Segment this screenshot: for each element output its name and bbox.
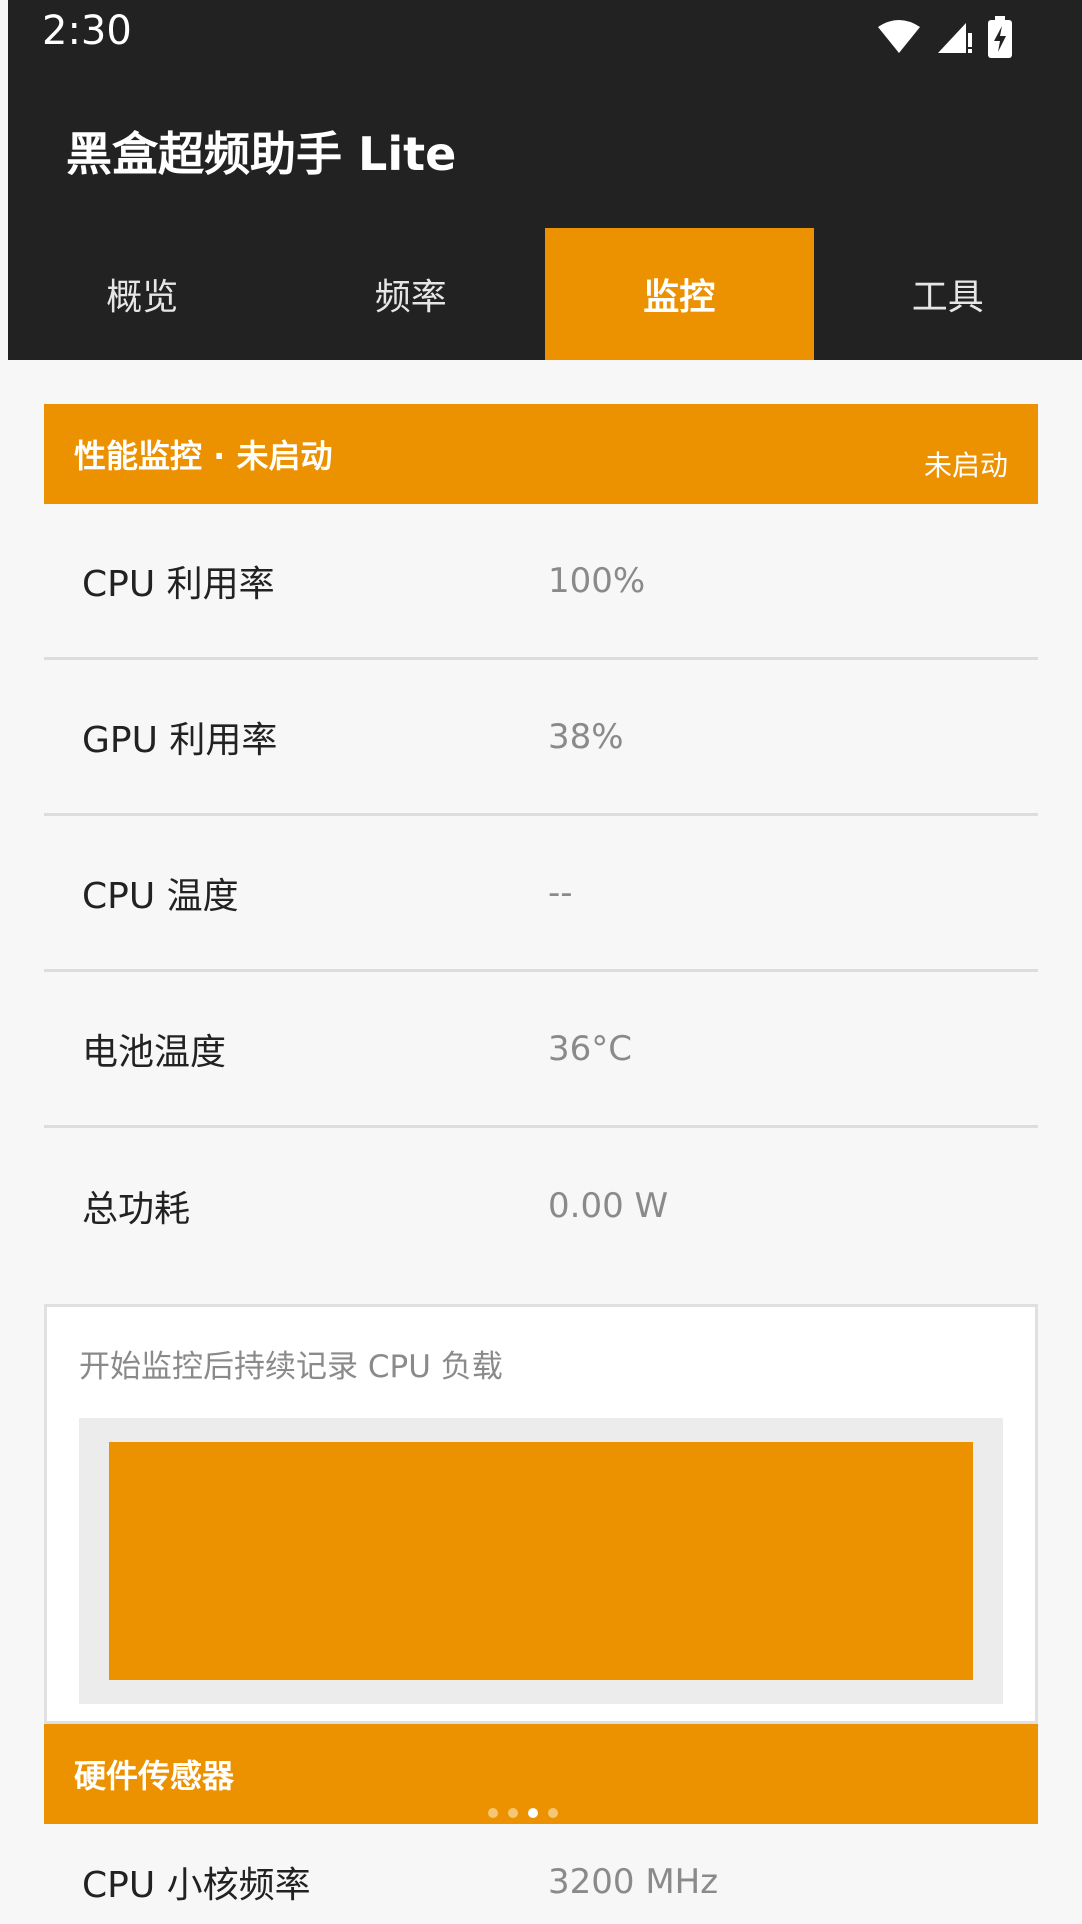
sensor-rows: CPU 小核频率 3200 MHz bbox=[44, 1822, 1038, 1924]
monitor-content: 性能监控 · 未启动 未启动 CPU 利用率 100% GPU 利用率 38% … bbox=[44, 404, 1038, 1824]
sensor-row-cpu-little-core-frequency: CPU 小核频率 3200 MHz bbox=[44, 1822, 1038, 1924]
section-title: 硬件传感器 bbox=[74, 1757, 235, 1795]
metric-value: 36°C bbox=[548, 1028, 633, 1069]
metric-label: 总功耗 bbox=[82, 1189, 191, 1230]
metric-row-battery-temp: 电池温度 36°C bbox=[44, 972, 1038, 1128]
monitor-status: 未启动 bbox=[923, 449, 1008, 482]
cellular-signal-icon bbox=[936, 19, 974, 59]
sensor-value: 3200 MHz bbox=[548, 1862, 719, 1902]
tab-tools[interactable]: 工具 bbox=[814, 228, 1082, 360]
metric-label: 电池温度 bbox=[82, 1031, 227, 1073]
metric-label: CPU 利用率 bbox=[82, 563, 275, 605]
cpu-load-chart bbox=[109, 1442, 973, 1680]
section-title: 性能监控 · 未启动 bbox=[74, 437, 333, 475]
page-dot bbox=[528, 1808, 538, 1818]
metric-row-cpu-temp: CPU 温度 -- bbox=[44, 816, 1038, 972]
metric-value: 100% bbox=[548, 560, 646, 601]
tab-monitor[interactable]: 监控 bbox=[545, 228, 814, 360]
status-time: 2:30 bbox=[42, 8, 132, 54]
page-dot bbox=[488, 1808, 498, 1818]
performance-monitor-header[interactable]: 性能监控 · 未启动 未启动 bbox=[44, 404, 1038, 504]
chart-caption: 开始监控后持续记录 CPU 负载 bbox=[79, 1349, 503, 1385]
monitor-screen: 2:30 黑盒超频助手 Lite 概览 频率 监控 工具 性能监控 · 未启动 … bbox=[0, 0, 1082, 1924]
wifi-icon bbox=[876, 19, 922, 59]
cpu-load-chart-svg bbox=[109, 1442, 973, 1680]
tab-frequency[interactable]: 频率 bbox=[277, 228, 546, 360]
app-title: 黑盒超频助手 Lite bbox=[66, 127, 457, 181]
sensor-label: CPU 小核频率 bbox=[82, 1865, 311, 1906]
page-indicator bbox=[488, 1808, 558, 1818]
status-icons bbox=[876, 16, 1012, 62]
metric-value: -- bbox=[548, 872, 573, 913]
tab-overview[interactable]: 概览 bbox=[8, 228, 277, 360]
cpu-load-chart-card: 开始监控后持续记录 CPU 负载 bbox=[44, 1304, 1038, 1724]
chart-plot-area bbox=[109, 1442, 973, 1680]
chart-frame bbox=[79, 1418, 1003, 1704]
metric-label: CPU 温度 bbox=[82, 875, 239, 917]
page-dot bbox=[508, 1808, 518, 1818]
battery-charging-icon bbox=[988, 16, 1012, 62]
metric-value: 0.00 W bbox=[548, 1186, 669, 1226]
metric-row-total-power: 总功耗 0.00 W bbox=[44, 1128, 1038, 1284]
metric-row-cpu-usage: CPU 利用率 100% bbox=[44, 504, 1038, 660]
monitor-rows: CPU 利用率 100% GPU 利用率 38% CPU 温度 -- 电池温度 … bbox=[44, 504, 1038, 1284]
page-dot bbox=[548, 1808, 558, 1818]
metric-value: 38% bbox=[548, 716, 624, 757]
metric-label: GPU 利用率 bbox=[82, 719, 278, 761]
metric-row-gpu-usage: GPU 利用率 38% bbox=[44, 660, 1038, 816]
app-header: 2:30 黑盒超频助手 Lite 概览 频率 监控 工具 bbox=[8, 0, 1082, 360]
tab-bar: 概览 频率 监控 工具 bbox=[8, 228, 1082, 360]
